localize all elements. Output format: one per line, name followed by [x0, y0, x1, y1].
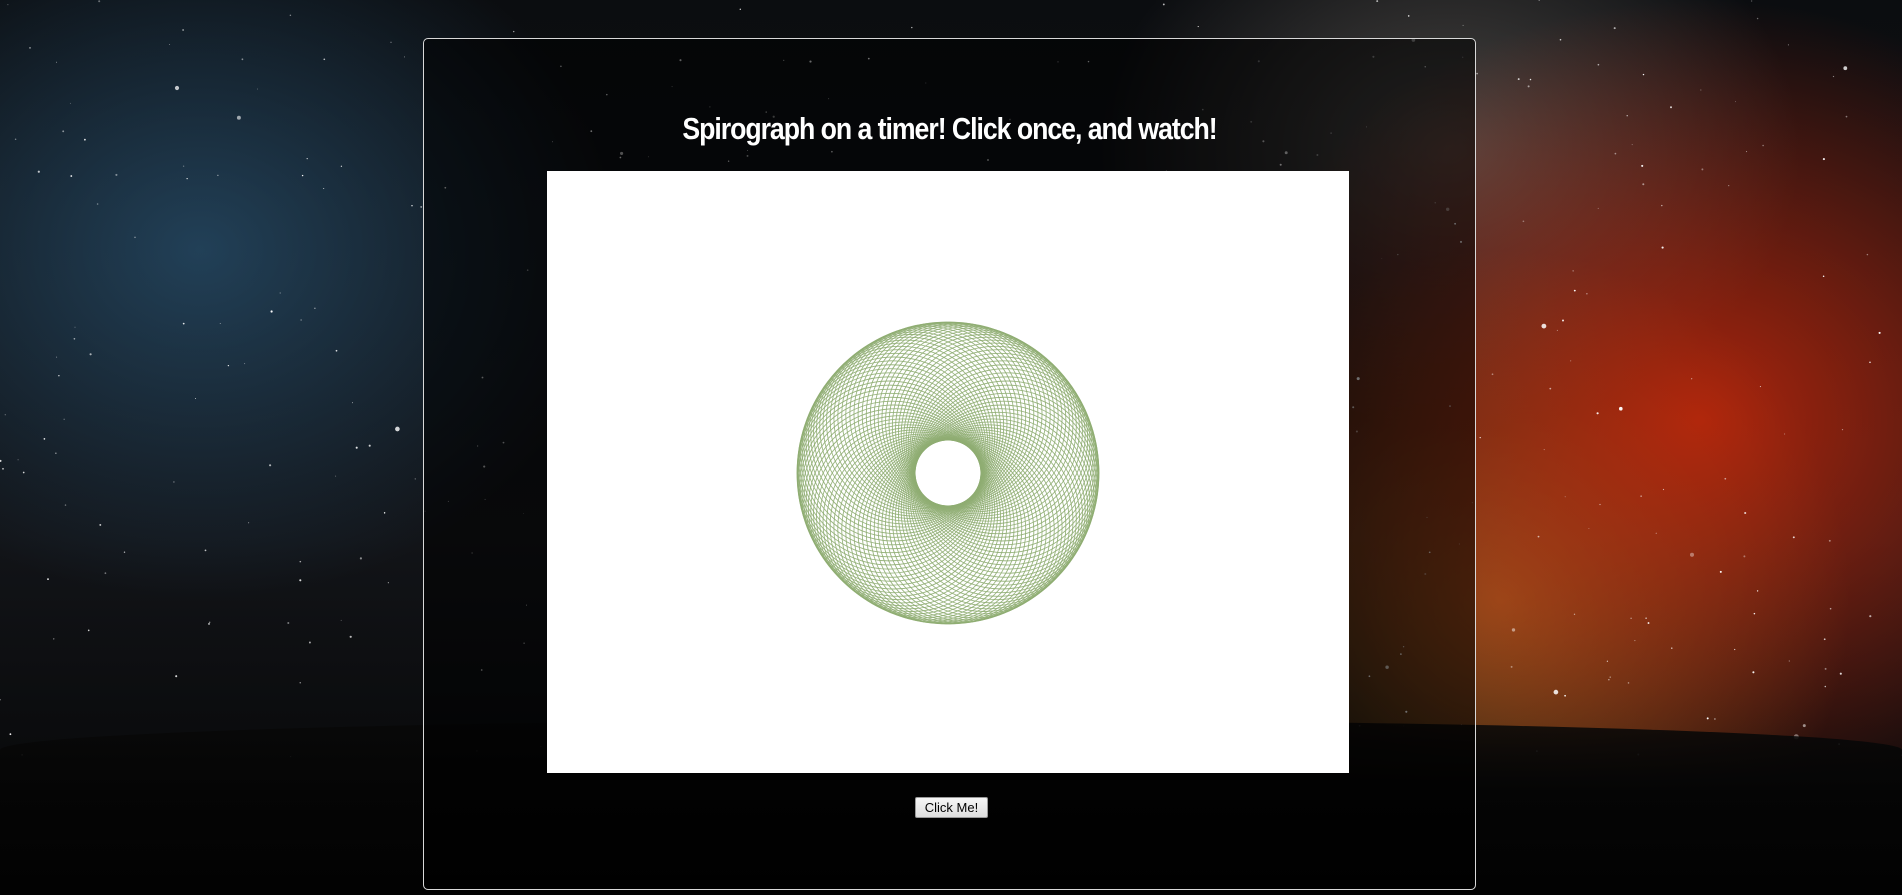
content-panel: Spirograph on a timer! Click once, and w…: [423, 38, 1476, 890]
spirograph-drawing: [796, 321, 1100, 625]
click-me-button[interactable]: Click Me!: [915, 797, 988, 818]
page-title: Spirograph on a timer! Click once, and w…: [682, 111, 1217, 146]
spirograph-canvas[interactable]: [547, 171, 1349, 773]
